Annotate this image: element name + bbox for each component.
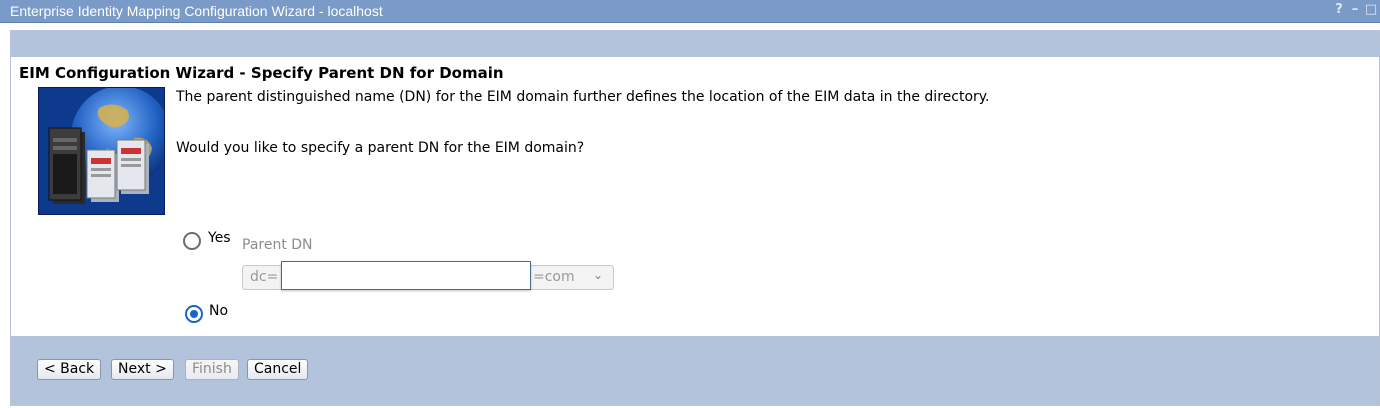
illustration-graphic bbox=[39, 88, 164, 214]
help-icon[interactable]: ? bbox=[1332, 3, 1346, 17]
yes-radio[interactable] bbox=[183, 232, 201, 250]
top-band bbox=[11, 31, 1379, 57]
next-button[interactable]: Next > bbox=[111, 359, 174, 380]
question-text: Would you like to specify a parent DN fo… bbox=[176, 140, 585, 156]
chevron-down-icon: ⌄ bbox=[593, 268, 604, 282]
yes-label[interactable]: Yes bbox=[208, 230, 231, 246]
minimize-icon[interactable]: – bbox=[1348, 3, 1362, 17]
window-controls: ? – □ bbox=[1332, 3, 1378, 17]
dn-prefix-text: dc= bbox=[250, 269, 279, 285]
wizard-frame: EIM Configuration Wizard - Specify Paren… bbox=[10, 30, 1380, 406]
dn-suffix-text: =com bbox=[533, 269, 575, 285]
cancel-button[interactable]: Cancel bbox=[247, 359, 309, 380]
back-button[interactable]: < Back bbox=[37, 359, 102, 380]
servers-and-globe-illustration bbox=[38, 87, 165, 215]
page-title: EIM Configuration Wizard - Specify Paren… bbox=[19, 64, 504, 82]
window-titlebar: Enterprise Identity Mapping Configuratio… bbox=[0, 0, 1380, 23]
parent-dn-input[interactable] bbox=[281, 261, 531, 290]
no-radio[interactable] bbox=[185, 305, 203, 323]
window-title: Enterprise Identity Mapping Configuratio… bbox=[10, 3, 383, 19]
maximize-icon[interactable]: □ bbox=[1364, 3, 1378, 17]
description-text: The parent distinguished name (DN) for t… bbox=[176, 89, 990, 105]
no-label[interactable]: No bbox=[209, 303, 228, 319]
finish-button: Finish bbox=[185, 359, 239, 380]
parent-dn-label: Parent DN bbox=[242, 237, 313, 253]
